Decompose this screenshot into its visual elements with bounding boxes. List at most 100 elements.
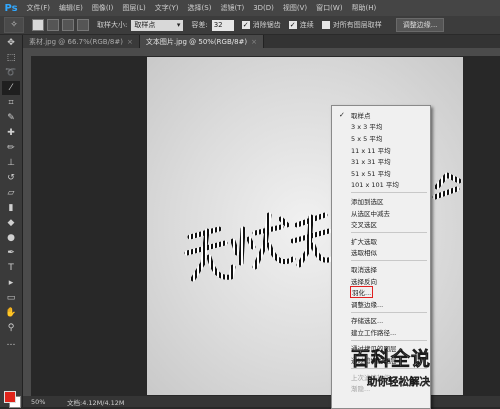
menu-item-deselect[interactable]: 取消选择 [332,263,430,275]
menu-separator [351,260,427,262]
menu-view[interactable]: 视图(V) [278,3,311,13]
zoom-level[interactable]: 50% [31,398,61,406]
menu-item-save-selection[interactable]: 存储选区... [332,315,430,327]
tab-document-2[interactable]: 文本图片.jpg @ 50%(RGB/8#) × [139,35,265,48]
type-tool-icon[interactable]: T [2,261,20,275]
contiguous-checkbox[interactable]: ✓ [288,21,297,29]
magic-wand-preset-icon[interactable]: ✧ [4,17,24,33]
menu-item-make-work-path[interactable]: 建立工作路径... [332,326,430,338]
options-bar: ✧ 取样大小: 取样点 ▾ 容差: 32 ✓ 消除锯齿 ✓ 连续 对所有图层取样 … [0,16,500,35]
photoshop-logo: Ps [4,2,18,14]
menu-select[interactable]: 选择(S) [183,3,216,13]
menu-item-label: 羽化... [349,286,374,299]
path-selection-tool-icon[interactable]: ▸ [2,276,20,290]
chevron-down-icon: ▾ [176,21,181,29]
tolerance-label: 容差: [191,21,208,29]
menu-item-grow[interactable]: 扩大选取 [332,235,430,247]
menu-filter[interactable]: 滤镜(T) [216,3,249,13]
pen-tool-icon[interactable]: ✒ [2,246,20,260]
menu-item-label: 交叉选区 [351,221,377,230]
menu-item-label: 建立工作路径... [351,328,397,337]
magic-wand-tool-icon[interactable]: ⁄ [2,81,20,95]
close-icon[interactable]: × [127,38,133,46]
close-icon[interactable]: × [251,38,257,46]
all-layers-checkbox[interactable] [321,21,330,29]
menu-layer[interactable]: 图层(L) [118,3,150,13]
menu-item-add-to-selection[interactable]: 添加到选区 [332,195,430,207]
healing-brush-tool-icon[interactable]: ✚ [2,126,20,140]
menu-item-label: 11 x 11 平均 [351,146,391,155]
hand-tool-icon[interactable]: ✋ [2,306,20,320]
menu-item-label: 存储选区... [351,317,384,326]
menu-file[interactable]: 文件(F) [22,3,55,13]
move-tool-icon[interactable]: ✥ [2,36,20,50]
menu-item-101x101-average[interactable]: 101 x 101 平均 [332,179,430,191]
horizontal-ruler [23,48,500,56]
menu-separator [351,192,427,194]
menu-item-feather[interactable]: 羽化... [332,286,430,299]
zoom-tool-icon[interactable]: ⚲ [2,321,20,335]
menu-item-5x5-average[interactable]: 5 x 5 平均 [332,132,430,144]
marquee-tool-icon[interactable]: ⬚ [2,51,20,65]
dodge-tool-icon[interactable]: ● [2,231,20,245]
document-tabs: 素材.jpg @ 66.7%(RGB/8#) × 文本图片.jpg @ 50%(… [23,35,500,48]
antialias-label: 消除锯齿 [252,21,281,29]
menu-separator [351,311,427,313]
menu-window[interactable]: 窗口(W) [312,3,347,13]
add-selection-button[interactable] [47,19,59,31]
tools-panel: ✥ ⬚ ➰ ⁄ ⌗ ✎ ✚ ✏ ⊥ ↺ ▱ ▮ ◆ ● ✒ T ▸ ▭ ✋ ⚲ … [0,35,23,408]
menu-type[interactable]: 文字(Y) [150,3,183,13]
menu-item-label: 3 x 3 平均 [351,123,383,132]
watermark-subtitle: 助你轻松解决 [367,376,430,388]
menu-item-label: 选择反向 [351,277,377,286]
new-selection-button[interactable] [32,19,44,31]
sample-size-select[interactable]: 取样点 ▾ [131,19,184,31]
brush-tool-icon[interactable]: ✏ [2,141,20,155]
menu-item-label: 调整边缘... [351,300,384,309]
crop-tool-icon[interactable]: ⌗ [2,96,20,110]
menu-item-similar[interactable]: 选取相似 [332,247,430,259]
menu-item-11x11-average[interactable]: 11 x 11 平均 [332,144,430,156]
menu-item-point-sample[interactable]: 取样点 [332,109,430,121]
menu-item-subtract-from-selection[interactable]: 从选区中减去 [332,207,430,219]
intersect-selection-button[interactable] [77,19,89,31]
foreground-color-swatch[interactable] [4,391,16,403]
history-brush-tool-icon[interactable]: ↺ [2,171,20,185]
menu-item-intersect-selection[interactable]: 交叉选区 [332,218,430,230]
menu-help[interactable]: 帮助(H) [347,3,381,13]
menu-separator [351,231,427,233]
blur-tool-icon[interactable]: ◆ [2,216,20,230]
menu-item-label: 扩大选取 [351,237,377,246]
tab-label: 文本图片.jpg @ 50%(RGB/8#) [145,37,248,46]
menu-item-select-inverse[interactable]: 选择反向 [332,275,430,287]
menu-item-label: 5 x 5 平均 [351,134,383,143]
edit-toolbar-icon[interactable]: … [2,336,20,350]
tab-document-1[interactable]: 素材.jpg @ 66.7%(RGB/8#) × [23,35,140,48]
menu-edit[interactable]: 编辑(E) [55,3,88,13]
refine-edge-button[interactable]: 调整边缘... [395,18,445,32]
eyedropper-tool-icon[interactable]: ✎ [2,111,20,125]
menu-item-label: 添加到选区 [351,197,384,206]
menu-item-label: 取消选择 [351,265,377,274]
menu-image[interactable]: 图像(I) [87,3,118,13]
eraser-tool-icon[interactable]: ▱ [2,186,20,200]
watermark: 百科全说 助你轻松解决 [343,340,500,407]
subtract-selection-button[interactable] [62,19,74,31]
menu-3d[interactable]: 3D(D) [249,4,279,12]
contiguous-label: 连续 [299,21,314,29]
antialias-checkbox[interactable]: ✓ [241,21,250,29]
watermark-title: 百科全说 [351,348,432,371]
menu-item-refine-edge[interactable]: 调整边缘... [332,298,430,310]
menu-item-label: 选取相似 [351,249,377,258]
document-size: 文档:4.12M/4.12M [67,398,125,407]
clone-stamp-tool-icon[interactable]: ⊥ [2,156,20,170]
gradient-tool-icon[interactable]: ▮ [2,201,20,215]
tolerance-input[interactable]: 32 [211,19,234,31]
menu-item-label: 101 x 101 平均 [351,181,399,190]
menu-item-51x51-average[interactable]: 51 x 51 平均 [332,167,430,179]
lasso-tool-icon[interactable]: ➰ [2,66,20,80]
menu-item-31x31-average[interactable]: 31 x 31 平均 [332,155,430,167]
menu-item-3x3-average[interactable]: 3 x 3 平均 [332,121,430,133]
menu-bar: Ps 文件(F) 编辑(E) 图像(I) 图层(L) 文字(Y) 选择(S) 滤… [0,0,500,16]
shape-tool-icon[interactable]: ▭ [2,291,20,305]
